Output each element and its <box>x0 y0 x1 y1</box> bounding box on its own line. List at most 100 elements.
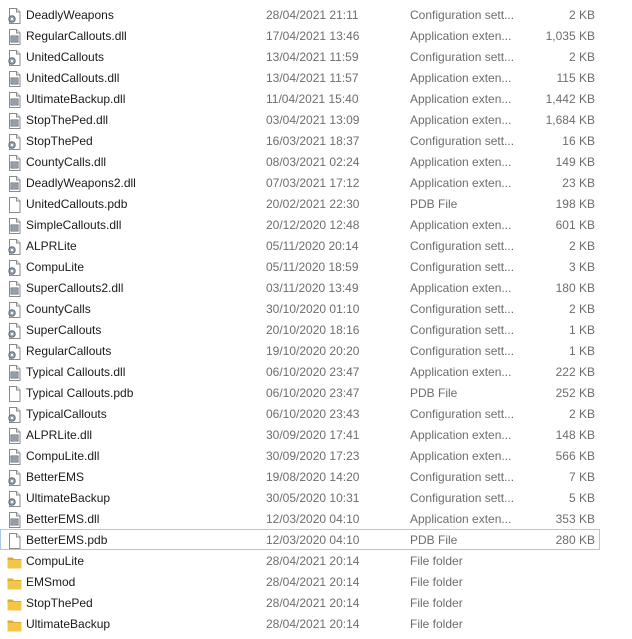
date-modified: 08/03/2021 02:24 <box>266 155 360 169</box>
date-modified: 05/11/2020 20:14 <box>266 239 359 253</box>
file-row[interactable]: UnitedCallouts.dll 13/04/2021 11:57 Applic… <box>0 67 600 88</box>
file-name: TypicalCallouts <box>26 407 107 421</box>
folder-icon <box>7 596 22 612</box>
file-type: Application exten... <box>410 218 512 232</box>
file-row[interactable]: DeadlyWeapons 28/04/2021 21:11 Configurati… <box>0 4 600 25</box>
file-row[interactable]: SuperCallouts2.dll 03/11/2020 13:49 Applic… <box>0 277 600 298</box>
date-modified: 13/04/2021 11:57 <box>266 71 359 85</box>
file-name: UltimateBackup <box>26 617 111 631</box>
date-modified: 07/03/2021 17:12 <box>266 176 360 190</box>
file-name: Typical Callouts.dll <box>26 365 126 379</box>
file-name: CountyCalls.dll <box>26 155 107 169</box>
file-row[interactable]: EMSmod 28/04/2021 20:14 File folder <box>0 571 600 592</box>
dll-file-icon <box>7 113 22 129</box>
settings-file-icon <box>7 344 22 360</box>
file-name: SuperCallouts <box>26 323 102 337</box>
file-size: 280 KB <box>555 533 595 547</box>
folder-icon <box>7 575 22 591</box>
file-row[interactable]: ALPRLite 05/11/2020 20:14 Configuration se… <box>0 235 600 256</box>
dll-file-icon <box>7 428 22 444</box>
dll-file-icon <box>7 29 22 45</box>
file-type: Application exten... <box>410 113 512 127</box>
settings-file-icon <box>7 8 22 24</box>
file-size: 222 KB <box>555 365 595 379</box>
file-row[interactable]: RegularCallouts.dll 17/04/2021 13:46 Appli… <box>0 25 600 46</box>
dll-file-icon <box>7 365 22 381</box>
file-row[interactable]: UnitedCallouts 13/04/2021 11:59 Configurat… <box>0 46 600 67</box>
file-row[interactable]: StopThePed.dll 03/04/2021 13:09 Applicatio… <box>0 109 600 130</box>
file-name: CompuLite <box>26 260 85 274</box>
file-name: BetterEMS.dll <box>26 512 100 526</box>
file-type: Configuration sett... <box>410 260 515 274</box>
settings-file-icon <box>7 50 22 66</box>
file-row[interactable]: TypicalCallouts 06/10/2020 23:43 Configura… <box>0 403 600 424</box>
file-row[interactable]: BetterEMS.dll 12/03/2020 04:10 Application… <box>0 508 600 529</box>
dll-file-icon <box>7 218 22 234</box>
file-name: UnitedCallouts.dll <box>26 71 120 85</box>
dll-file-icon <box>7 512 22 528</box>
file-name: CompuLite.dll <box>26 449 100 463</box>
file-name: CountyCalls <box>26 302 91 316</box>
file-row[interactable]: SuperCallouts 20/10/2020 18:16 Configurati… <box>0 319 600 340</box>
settings-file-icon <box>7 323 22 339</box>
file-row[interactable]: UnitedCallouts.pdb 20/02/2021 22:30 PDB Fi… <box>0 193 600 214</box>
file-type: File folder <box>410 575 463 589</box>
file-row[interactable]: CountyCalls.dll 08/03/2021 02:24 Applicati… <box>0 151 600 172</box>
file-row[interactable]: UltimateBackup 30/05/2020 10:31 Configurat… <box>0 487 600 508</box>
date-modified: 12/03/2020 04:10 <box>266 533 360 547</box>
file-size: 1,035 KB <box>545 29 595 43</box>
file-name: StopThePed <box>26 596 93 610</box>
file-type: Application exten... <box>410 155 512 169</box>
file-name: BetterEMS <box>26 470 85 484</box>
file-name: CompuLite <box>26 554 85 568</box>
file-row[interactable]: Typical Callouts.dll 06/10/2020 23:47 Appl… <box>0 361 600 382</box>
file-size: 353 KB <box>555 512 595 526</box>
file-row[interactable]: Typical Callouts.pdb 06/10/2020 23:47 PDB … <box>0 382 600 403</box>
date-modified: 11/04/2021 15:40 <box>266 92 359 106</box>
file-type: Configuration sett... <box>410 134 515 148</box>
file-name: BetterEMS.pdb <box>26 533 108 547</box>
settings-file-icon <box>7 239 22 255</box>
file-row[interactable]: StopThePed 28/04/2021 20:14 File folder <box>0 592 600 613</box>
date-modified: 30/10/2020 01:10 <box>266 302 360 316</box>
date-modified: 30/09/2020 17:41 <box>266 428 360 442</box>
file-list: DeadlyWeapons 28/04/2021 21:11 Configurati… <box>0 4 632 634</box>
file-size: 1,442 KB <box>545 92 595 106</box>
file-type: Application exten... <box>410 281 512 295</box>
file-type: Configuration sett... <box>410 50 515 64</box>
file-size: 3 KB <box>568 260 595 274</box>
settings-file-icon <box>7 302 22 318</box>
file-row[interactable]: CompuLite 05/11/2020 18:59 Configuration s… <box>0 256 600 277</box>
date-modified: 30/09/2020 17:23 <box>266 449 360 463</box>
settings-file-icon <box>7 134 22 150</box>
file-size: 601 KB <box>555 218 595 232</box>
file-size: 2 KB <box>568 50 595 64</box>
file-row[interactable]: CompuLite 28/04/2021 20:14 File folder <box>0 550 600 571</box>
file-size: 2 KB <box>568 8 595 22</box>
dll-file-icon <box>7 92 22 108</box>
file-row[interactable]: ALPRLite.dll 30/09/2020 17:41 Application … <box>0 424 600 445</box>
file-row[interactable]: RegularCallouts 19/10/2020 20:20 Configura… <box>0 340 600 361</box>
date-modified: 28/04/2021 20:14 <box>266 596 360 610</box>
date-modified: 12/03/2020 04:10 <box>266 512 360 526</box>
file-row[interactable]: DeadlyWeapons2.dll 07/03/2021 17:12 Applic… <box>0 172 600 193</box>
file-row[interactable]: CompuLite.dll 30/09/2020 17:23 Application… <box>0 445 600 466</box>
file-row[interactable]: StopThePed 16/03/2021 18:37 Configuration … <box>0 130 600 151</box>
file-size: 180 KB <box>555 281 595 295</box>
file-name: SimpleCallouts.dll <box>26 218 122 232</box>
file-row[interactable]: BetterEMS.pdb 12/03/2020 04:10 PDB File 280… <box>0 529 600 550</box>
file-type: Configuration sett... <box>410 302 515 316</box>
file-name: ALPRLite <box>26 239 77 253</box>
file-row[interactable]: SimpleCallouts.dll 20/12/2020 12:48 Applic… <box>0 214 600 235</box>
file-name: Typical Callouts.pdb <box>26 386 134 400</box>
file-row[interactable]: UltimateBackup.dll 11/04/2021 15:40 Applic… <box>0 88 600 109</box>
file-type: Configuration sett... <box>410 344 515 358</box>
file-row[interactable]: UltimateBackup 28/04/2021 20:14 File folde… <box>0 613 600 634</box>
file-row[interactable]: CountyCalls 30/10/2020 01:10 Configuration… <box>0 298 600 319</box>
file-size: 2 KB <box>568 239 595 253</box>
file-size: 115 KB <box>556 71 595 85</box>
date-modified: 28/04/2021 20:14 <box>266 617 360 631</box>
file-row[interactable]: BetterEMS 19/08/2020 14:20 Configuration s… <box>0 466 600 487</box>
blank-file-icon <box>7 386 22 402</box>
file-size: 1,684 KB <box>545 113 595 127</box>
